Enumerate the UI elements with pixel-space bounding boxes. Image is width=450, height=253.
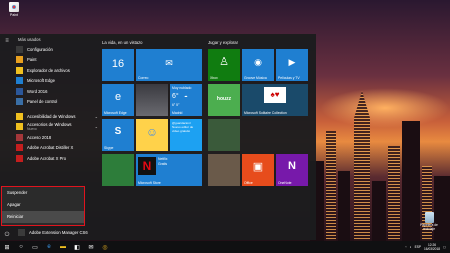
adobe-icon [18, 228, 25, 236]
app-item[interactable]: Configuración [16, 44, 98, 55]
group-header-play: Jugar y explorar [208, 40, 239, 45]
tile-weather[interactable]: Muy nublado 6° ☁ 6° 5° Madrid [170, 84, 202, 116]
section-most-used: Más usados [18, 37, 41, 42]
app-folder-item[interactable]: Adobe Acrobat Distiller X [16, 143, 98, 154]
acrobat-icon [16, 144, 23, 152]
task-view-icon[interactable]: ▭ [28, 241, 42, 253]
chrome-icon[interactable]: ◎ [98, 241, 112, 253]
tile-movies[interactable]: ▶ Películas y TV [276, 49, 308, 81]
network-icon[interactable]: ◔ [405, 245, 407, 249]
tile-game[interactable] [208, 119, 240, 151]
app-item[interactable]: Microsoft Edge [16, 76, 98, 87]
app-adobe-extension-manager[interactable]: Adobe Extension Manager CS6 [18, 227, 114, 238]
app-folder-item[interactable]: Accesorios de Windows Nuevo ⌄ [16, 122, 98, 133]
app-item[interactable]: Word 2016 [16, 86, 98, 97]
folder-icon [16, 123, 23, 131]
power-shutdown[interactable]: Apagar [2, 199, 84, 211]
recycle-bin-desktop-icon[interactable]: Papelera de reciclaje [414, 212, 444, 232]
tile-minecraft[interactable] [102, 154, 134, 186]
app-item[interactable]: Paint [16, 55, 98, 66]
access-icon [16, 133, 23, 141]
acrobat-icon [16, 154, 23, 162]
tile-game-2[interactable] [208, 154, 240, 186]
power-icon[interactable]: ⏻ [4, 232, 10, 238]
tile-edge[interactable]: e Microsoft Edge [102, 84, 134, 116]
app-folder-item[interactable]: Acceso 2018 [16, 132, 98, 143]
windows-start-icon[interactable]: ⊞ [0, 241, 14, 253]
paint-icon [16, 56, 23, 64]
tile-groove[interactable]: ◉ Groove Música [242, 49, 274, 81]
tile-netflix[interactable]: Netflix Gratis N Microsoft Store [136, 154, 202, 186]
xbox-avatar-icon: ♙ [219, 56, 229, 68]
mail-icon: ✉ [165, 58, 173, 68]
recycle-bin-icon [424, 212, 434, 223]
app-item[interactable]: Panel de control [16, 97, 98, 108]
tile-skype[interactable]: S Skype [102, 119, 134, 151]
volume-icon[interactable]: ◖ [410, 245, 412, 249]
playing-cards-icon: ♠♥ [264, 87, 286, 103]
search-icon[interactable]: ○ [14, 241, 28, 253]
netflix-icon: N [138, 157, 156, 175]
chevron-down-icon[interactable]: ⌄ [95, 114, 98, 119]
file-explorer-icon[interactable]: ▬ [56, 241, 70, 253]
tile-onenote[interactable]: N OneNote [276, 154, 308, 186]
power-suspend[interactable]: Suspender [2, 187, 84, 199]
system-tray: ◔ ◖ ESP 12:26 16/03/2018 ▢ [405, 243, 450, 251]
power-restart[interactable]: Reiniciar [2, 211, 84, 223]
onenote-icon: N [288, 160, 296, 172]
tile-houzz[interactable]: houzz [208, 84, 240, 116]
hamburger-menu-icon[interactable]: ≡ [4, 38, 10, 44]
chevron-down-icon[interactable]: ⌄ [95, 124, 98, 129]
music-icon: ◉ [254, 57, 262, 67]
tile-cartoon[interactable]: ☺ [136, 119, 168, 151]
tile-photos[interactable] [136, 84, 168, 116]
app-list: Más usados Configuración Paint Explorador … [16, 36, 98, 164]
edge-icon [16, 77, 23, 85]
tile-xbox[interactable]: ♙ Xbox [208, 49, 240, 81]
app-item[interactable]: Explorador de archivos [16, 65, 98, 76]
edge-icon: e [114, 91, 122, 103]
folder-icon [16, 112, 23, 120]
paint-desktop-icon[interactable]: Paint [4, 2, 24, 17]
paint-icon [9, 2, 19, 12]
group-header-life: La vida, en un vistazo [102, 40, 143, 45]
taskbar: ⊞ ○ ▭ e ▬ ◧ ✉ ◎ ◔ ◖ ESP 12:26 16/03/2018… [0, 241, 450, 253]
cloud-icon: ☁ [184, 94, 188, 98]
office-icon: ▣ [252, 161, 264, 173]
gear-icon [16, 45, 23, 53]
cartoon-face-icon: ☺ [145, 125, 159, 139]
tile-mail[interactable]: ✉ Correo [136, 49, 202, 81]
tile-office[interactable]: ▣ Office [242, 154, 274, 186]
tile-calendar[interactable]: 16 [102, 49, 134, 81]
skype-icon: S [114, 126, 122, 137]
language-indicator[interactable]: ESP [415, 245, 421, 249]
word-icon [16, 87, 23, 95]
store-icon[interactable]: ◧ [70, 241, 84, 253]
app-folder-item[interactable]: Accesibilidad de Windows ⌄ [16, 111, 98, 122]
edge-taskbar-icon[interactable]: e [42, 241, 56, 253]
control-panel-icon [16, 98, 23, 106]
film-icon: ▶ [288, 57, 296, 67]
mail-taskbar-icon[interactable]: ✉ [84, 241, 98, 253]
tile-twitter[interactable]: @guardacionl Nuevo editor de vídeo gratu… [170, 119, 202, 151]
app-folder-item[interactable]: Adobe Acrobat X Pro [16, 153, 98, 164]
clock[interactable]: 12:26 16/03/2018 [424, 243, 440, 251]
tile-solitaire[interactable]: ♠♥ Microsoft Solitaire Collection [242, 84, 308, 116]
notifications-icon[interactable]: ▢ [443, 245, 446, 249]
folder-icon [16, 66, 23, 74]
power-menu: Suspender Apagar Reiniciar [1, 186, 85, 226]
